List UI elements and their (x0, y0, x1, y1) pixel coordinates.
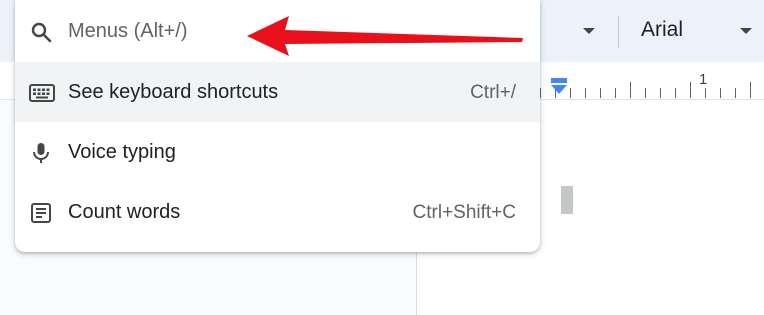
menu-item-keyboard-shortcuts[interactable]: See keyboard shortcuts Ctrl+/ (15, 62, 540, 122)
menu-item-shortcut: Ctrl+Shift+C (412, 202, 516, 223)
red-arrow-annotation-icon (247, 16, 523, 56)
search-icon (31, 22, 52, 43)
menu-item-count-words[interactable]: Count words Ctrl+Shift+C (15, 182, 540, 242)
chevron-down-icon[interactable] (740, 28, 752, 34)
keyboard-icon (29, 84, 55, 102)
word-count-icon (31, 203, 51, 223)
toolbar-divider (618, 16, 619, 48)
ruler-major-ticks (630, 82, 764, 98)
microphone-icon (33, 143, 49, 163)
text-cursor (561, 186, 573, 214)
search-input[interactable]: Menus (Alt+/) (68, 20, 187, 43)
menu-item-voice-typing[interactable]: Voice typing (15, 122, 540, 182)
ruler-number: 1 (699, 71, 708, 88)
menu-item-label: See keyboard shortcuts (68, 81, 279, 103)
font-dropdown[interactable]: Arial (641, 18, 683, 42)
menu-item-label: Voice typing (68, 141, 176, 163)
chevron-down-icon[interactable] (583, 28, 595, 34)
menu-item-label: Count words (68, 201, 181, 223)
menu-item-shortcut: Ctrl+/ (470, 82, 516, 103)
indent-marker-icon[interactable] (550, 78, 568, 96)
